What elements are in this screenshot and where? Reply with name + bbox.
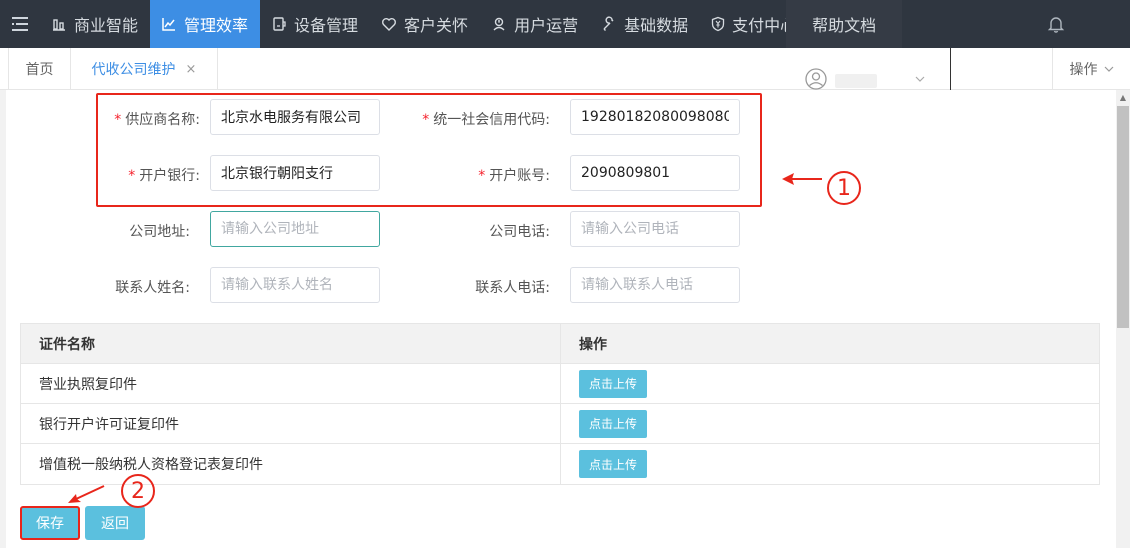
nav-item-management-efficiency[interactable]: 管理效率 [150,0,261,48]
company-address-input[interactable] [210,211,380,247]
upload-button[interactable]: 点击上传 [579,409,648,438]
company-phone-input[interactable] [570,211,740,247]
upload-button[interactable]: 点击上传 [579,450,648,478]
wrench-icon [600,15,618,33]
nav-item-label: 客户关怀 [404,16,469,35]
table-row: 营业执照复印件 点击上传 [21,364,1099,404]
certificate-table: 证件名称 操作 营业执照复印件 点击上传 银行开户许可证复印件 点击上传 增值税… [20,323,1100,485]
nav-item-device-management[interactable]: 设备管理 [260,0,370,48]
save-button[interactable]: 保存 [20,506,80,540]
nav-item-business-intelligence[interactable]: 商业智能 [40,0,150,48]
notification-bell-icon[interactable] [1026,0,1086,48]
nav-item-user-operations[interactable]: 用户运营 [480,0,590,48]
tab-home-label: 首页 [25,62,54,78]
user-menu-caret-icon[interactable] [915,72,925,85]
company-phone-label: 公司电话: [489,224,550,240]
action-cell: 点击上传 [561,444,1099,484]
top-navigation: 商业智能 管理效率 设备管理 客户关怀 用户运营 基础数据 支付中 帮助文档 [0,0,1130,48]
annotation-arrow-icon [782,173,822,185]
nav-item-payment-center[interactable]: 支付中心 [700,0,786,48]
contact-name-label: 联系人姓名: [115,280,190,296]
nav-item-label: 用户运营 [514,16,579,35]
scrollbar-thumb[interactable] [1117,106,1129,328]
bar-chart-icon [50,15,68,33]
tab-home[interactable]: 首页 [8,48,71,90]
table-row: 银行开户许可证复印件 点击上传 [21,404,1099,444]
nav-item-basic-data[interactable]: 基础数据 [590,0,700,48]
tab-operations-dropdown[interactable]: 操作 [1052,48,1130,90]
back-button[interactable]: 返回 [85,506,145,540]
scroll-up-arrow-icon[interactable]: ▲ [1116,92,1130,104]
annotation-marker-1: 1 [827,171,861,205]
nav-item-label: 管理效率 [184,16,249,35]
certificate-name-cell: 营业执照复印件 [21,364,561,403]
action-cell: 点击上传 [561,364,1099,403]
heart-icon [380,15,398,33]
menu-toggle-icon[interactable] [0,0,40,48]
help-docs-link[interactable]: 帮助文档 [786,0,903,48]
help-docs-label: 帮助文档 [812,16,877,35]
shield-yen-icon [710,15,726,33]
left-gutter [0,90,6,548]
nav-item-label: 基础数据 [624,16,689,35]
tab-current-label: 代收公司维护 [91,62,176,78]
chevron-down-icon [1104,64,1114,75]
table-header-cell: 操作 [579,336,607,353]
contact-phone-label: 联系人电话: [475,280,550,296]
contact-name-input[interactable] [210,267,380,303]
operations-label: 操作 [1069,62,1098,78]
annotation-arrow-icon [68,485,105,503]
device-icon [270,15,288,33]
certificate-name-cell: 增值税一般纳税人资格登记表复印件 [21,444,561,484]
nav-item-label: 设备管理 [294,16,359,35]
user-ops-icon [490,15,508,33]
contact-phone-input[interactable] [570,267,740,303]
action-cell: 点击上传 [561,404,1099,443]
username-blurred [835,74,877,88]
table-header-cell: 证件名称 [21,324,561,363]
highlight-box-required-fields [96,93,762,207]
annotation-marker-2: 2 [121,474,155,508]
page-root: 商业智能 管理效率 设备管理 客户关怀 用户运营 基础数据 支付中 帮助文档 首… [0,0,1130,548]
upload-button[interactable]: 点击上传 [579,369,648,398]
tab-company-maintenance[interactable]: 代收公司维护 × [71,48,218,90]
company-address-label: 公司地址: [129,224,190,240]
nav-item-label: 支付中心 [732,16,786,35]
table-header-row: 证件名称 操作 [21,324,1099,364]
tab-close-icon[interactable]: × [186,62,197,77]
certificate-name-cell: 银行开户许可证复印件 [21,404,561,443]
line-chart-icon [160,15,178,33]
table-row: 增值税一般纳税人资格登记表复印件 点击上传 [21,444,1099,484]
nav-item-label: 商业智能 [74,16,139,35]
nav-item-customer-care[interactable]: 客户关怀 [370,0,480,48]
tabbar-divider [950,48,951,90]
